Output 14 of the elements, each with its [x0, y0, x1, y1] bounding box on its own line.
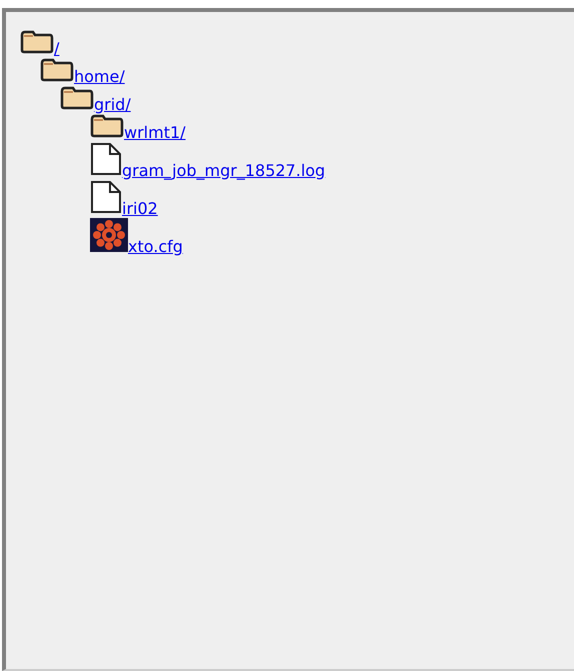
document-icon — [90, 142, 122, 176]
folder-icon — [60, 86, 94, 110]
image-file-icon — [90, 218, 128, 252]
file-link[interactable]: / — [54, 39, 60, 58]
file-link[interactable]: home/ — [74, 67, 125, 86]
folder-icon — [40, 58, 74, 82]
file-link[interactable]: grid/ — [94, 95, 131, 114]
file-link[interactable]: wrlmt1/ — [124, 123, 186, 142]
file-link[interactable]: iri02 — [122, 199, 158, 218]
file-link[interactable]: xto.cfg — [128, 237, 183, 256]
folder-icon — [20, 30, 54, 54]
document-icon — [90, 180, 122, 214]
file-link[interactable]: gram_job_mgr_18527.log — [122, 161, 326, 180]
folder-icon — [90, 114, 124, 138]
